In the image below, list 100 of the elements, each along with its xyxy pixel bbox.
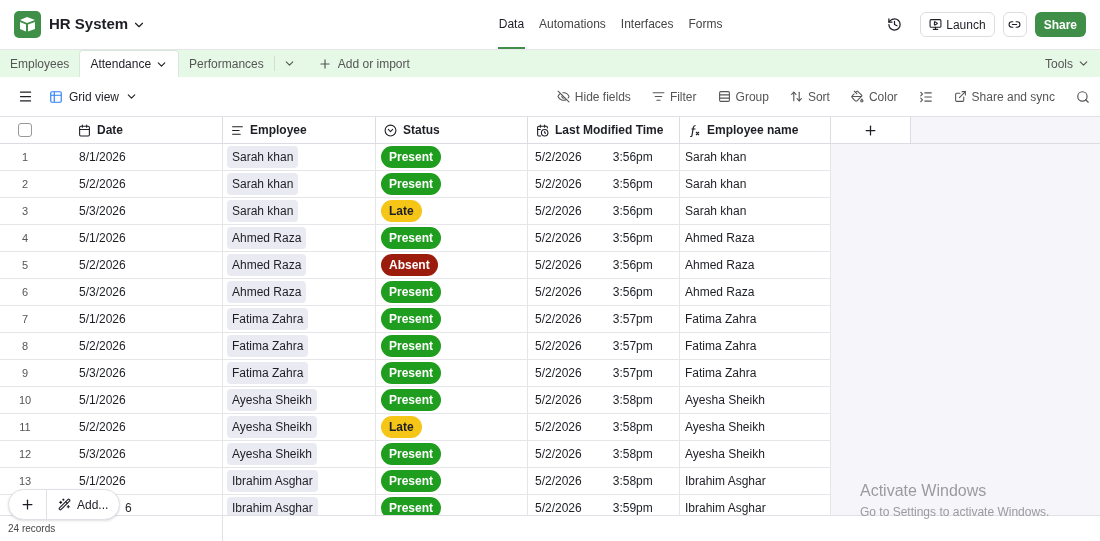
table-cell-text: 5/1/2026 xyxy=(79,230,126,247)
linked-record-chip[interactable]: Fatima Zahra xyxy=(227,362,309,384)
table-tab[interactable]: Employees xyxy=(0,50,80,77)
filter-icon xyxy=(651,90,665,103)
table-cell-text: 5/3/2026 xyxy=(79,446,126,463)
table-row[interactable]: 1 8/1/2026 Sarah khan Present 5/2/2026 3:56pm Sarah khan xyxy=(0,144,831,171)
table-cell-text: Ahmed Raza xyxy=(685,284,755,301)
status-pill: Present xyxy=(381,470,442,492)
table-cell-text: 3:58pm xyxy=(612,473,653,490)
table-cell-text: 5/1/2026 xyxy=(79,392,126,409)
toolbar-button[interactable]: Hide fields xyxy=(556,87,631,106)
table-cell-text: 5/2/2026 xyxy=(79,257,126,274)
table-cell-text: 3:57pm xyxy=(612,338,653,355)
history-icon[interactable] xyxy=(887,17,903,32)
linked-record-chip[interactable]: Ayesha Sheikh xyxy=(227,416,317,438)
table-row[interactable]: 6 5/3/2026 Ahmed Raza Present 5/2/2026 3:56pm Ahmed Raza xyxy=(0,279,831,306)
column-header[interactable]: Status xyxy=(376,117,528,143)
add-table-button[interactable]: Add or import xyxy=(317,50,410,77)
share-icon xyxy=(953,90,967,103)
search-icon[interactable] xyxy=(1076,89,1090,104)
toolbar-button[interactable]: Group xyxy=(717,87,769,106)
row-height-icon[interactable] xyxy=(918,89,933,104)
table-cell-text: Sarah khan xyxy=(685,149,747,166)
table-tab[interactable]: Performances xyxy=(179,50,274,77)
table-cell-text: 5/2/2026 xyxy=(535,311,582,328)
table-row[interactable]: 9 5/3/2026 Fatima Zahra Present 5/2/2026 3:57pm Fatima Zahra xyxy=(0,360,831,387)
status-pill: Present xyxy=(381,308,442,330)
table-cell-text: Fatima Zahra xyxy=(685,365,757,382)
table-row[interactable]: 13 5/1/2026 Ibrahim Asghar Present 5/2/2026 3:58pm Ibrahim Asghar xyxy=(0,468,831,495)
linked-record-chip[interactable]: Sarah khan xyxy=(227,200,299,222)
launch-button[interactable]: Launch xyxy=(920,12,995,37)
table-cell-text: 5/1/2026 xyxy=(79,311,126,328)
nav-tab[interactable]: Automations xyxy=(538,0,607,49)
column-header[interactable]: Employee xyxy=(223,117,376,143)
column-header[interactable]: Last Modified Time xyxy=(528,117,680,143)
toolbar-button[interactable]: Color xyxy=(850,87,898,106)
linked-record-chip[interactable]: Ibrahim Asghar xyxy=(227,497,318,515)
linked-record-chip[interactable]: Sarah khan xyxy=(227,173,299,195)
status-pill: Late xyxy=(381,200,422,222)
table-cell-text: Sarah khan xyxy=(685,176,747,193)
toolbar-button[interactable]: Filter xyxy=(651,87,697,106)
status-pill: Present xyxy=(381,362,442,384)
link-field-icon xyxy=(231,123,244,137)
launch-icon xyxy=(929,18,943,31)
table-row[interactable]: 7 5/1/2026 Fatima Zahra Present 5/2/2026 3:57pm Fatima Zahra xyxy=(0,306,831,333)
toolbar-button[interactable]: Sort xyxy=(789,87,830,106)
row-number: 4 xyxy=(20,230,30,246)
tools-button[interactable]: Tools xyxy=(1045,50,1090,77)
linked-record-chip[interactable]: Fatima Zahra xyxy=(227,308,309,330)
row-number: 6 xyxy=(20,284,30,300)
linked-record-chip[interactable]: Fatima Zahra xyxy=(227,335,309,357)
table-row[interactable]: 3 5/3/2026 Sarah khan Late 5/2/2026 3:56pm Sarah khan xyxy=(0,198,831,225)
table-cell-text: 5/2/2026 xyxy=(535,149,582,166)
status-pill: Present xyxy=(381,227,442,249)
nav-tab[interactable]: Forms xyxy=(687,0,724,49)
linked-record-chip[interactable]: Sarah khan xyxy=(227,146,299,168)
view-switcher[interactable]: Grid view xyxy=(49,87,138,106)
table-row[interactable]: 12 5/3/2026 Ayesha Sheikh Present 5/2/2026 3:58pm Ayesha Sheikh xyxy=(0,441,831,468)
grid-icon xyxy=(49,89,63,104)
table-cell-text: 3:56pm xyxy=(612,257,653,274)
select-all-checkbox[interactable] xyxy=(18,123,32,137)
table-row[interactable]: 10 5/1/2026 Ayesha Sheikh Present 5/2/2026 3:58pm Ayesha Sheikh xyxy=(0,387,831,414)
linked-record-chip[interactable]: Ahmed Raza xyxy=(227,254,307,276)
column-header[interactable]: Date xyxy=(70,117,223,143)
add-menu-button[interactable]: Add... xyxy=(47,495,120,514)
table-row[interactable]: 8 5/2/2026 Fatima Zahra Present 5/2/2026 3:57pm Fatima Zahra xyxy=(0,333,831,360)
menu-icon[interactable] xyxy=(18,89,33,104)
app-title[interactable]: HR System xyxy=(49,13,147,36)
share-button[interactable]: Share xyxy=(1034,12,1086,37)
table-cell-text: 3:58pm xyxy=(612,446,653,463)
table-cell-text: 5/2/2026 xyxy=(535,392,582,409)
linked-record-chip[interactable]: Ahmed Raza xyxy=(227,281,307,303)
formula-icon xyxy=(688,123,701,137)
linked-record-chip[interactable]: Ayesha Sheikh xyxy=(227,443,317,465)
table-cell-text: 5/2/2026 xyxy=(535,473,582,490)
linked-record-chip[interactable]: Ayesha Sheikh xyxy=(227,389,317,411)
copy-link-button[interactable] xyxy=(1002,12,1027,37)
toolbar-button[interactable]: Share and sync xyxy=(953,87,1055,106)
hide-icon xyxy=(556,90,570,103)
linked-record-chip[interactable]: Ahmed Raza xyxy=(227,227,307,249)
table-cell-text: 6 xyxy=(125,500,132,515)
table-row[interactable]: 2 5/2/2026 Sarah khan Present 5/2/2026 3:56pm Sarah khan xyxy=(0,171,831,198)
table-row[interactable]: 11 5/2/2026 Ayesha Sheikh Late 5/2/2026 3:58pm Ayesha Sheikh xyxy=(0,414,831,441)
table-cell-text: Ahmed Raza xyxy=(685,230,755,247)
table-cell-text: 3:57pm xyxy=(612,365,653,382)
nav-tab[interactable]: Interfaces xyxy=(619,0,675,49)
table-cell-text: Ayesha Sheikh xyxy=(685,392,765,409)
column-header[interactable]: Employee name xyxy=(680,117,831,143)
table-row[interactable]: 4 5/1/2026 Ahmed Raza Present 5/2/2026 3:56pm Ahmed Raza xyxy=(0,225,831,252)
linked-record-chip[interactable]: Ibrahim Asghar xyxy=(227,470,318,492)
row-number: 7 xyxy=(20,311,30,327)
table-tab[interactable]: Attendance xyxy=(79,50,180,77)
table-cell-text: 5/2/2026 xyxy=(79,176,126,193)
table-cell-text: 5/2/2026 xyxy=(535,230,582,247)
status-pill: Present xyxy=(381,497,442,515)
table-row[interactable]: 5 5/2/2026 Ahmed Raza Absent 5/2/2026 3:56pm Ahmed Raza xyxy=(0,252,831,279)
table-cell-text: 5/1/2026 xyxy=(79,473,126,490)
table-cell-text: 5/2/2026 xyxy=(535,203,582,220)
row-number: 9 xyxy=(20,365,30,381)
table-cell-text: Ibrahim Asghar xyxy=(685,473,766,490)
